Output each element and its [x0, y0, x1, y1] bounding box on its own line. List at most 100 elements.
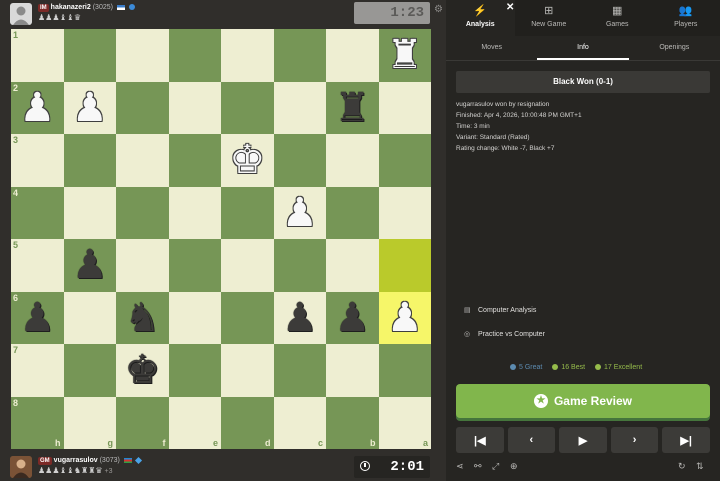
square-h3[interactable]: 3 [11, 134, 64, 187]
square-g1[interactable] [63, 29, 116, 82]
square-e1[interactable] [168, 29, 221, 82]
square-d2[interactable] [221, 81, 274, 134]
piece-b2[interactable]: ♜ [334, 88, 370, 128]
square-h7[interactable]: 7 [11, 344, 64, 397]
square-f3[interactable] [116, 134, 169, 187]
square-h1[interactable]: 1 [11, 29, 64, 82]
square-e5[interactable] [168, 239, 221, 292]
piece-b6[interactable]: ♟ [334, 298, 370, 338]
nav-games[interactable]: ▦ Games [583, 0, 652, 36]
square-g7[interactable] [63, 344, 116, 397]
refresh-icon[interactable]: ↻ [678, 461, 686, 472]
piece-g2[interactable]: ♟ [72, 88, 108, 128]
chess-board[interactable]: 1 ♜ 2 ♟ ♟ ♜ 3 ♚ 4 ♟ 5 ♟ 6 ♟ ♞ ♟ ♟ ♟ 7 ♚ 8 h g f e d c b a [11, 29, 431, 449]
piece-g5[interactable]: ♟ [72, 245, 108, 285]
tab-info[interactable]: Info [537, 36, 629, 60]
square-a7[interactable] [378, 344, 431, 397]
square-f2[interactable] [116, 81, 169, 134]
square-e3[interactable] [168, 134, 221, 187]
square-h6[interactable]: 6 ♟ [11, 291, 64, 344]
square-b6[interactable]: ♟ [326, 291, 379, 344]
square-d3[interactable]: ♚ [221, 134, 274, 187]
previous-move-button[interactable]: ‹ [507, 427, 556, 453]
zoom-icon[interactable]: ⊕ [510, 461, 518, 472]
square-b1[interactable] [326, 29, 379, 82]
square-f4[interactable] [116, 186, 169, 239]
piece-h6[interactable]: ♟ [19, 298, 55, 338]
last-move-button[interactable]: ▶| [662, 427, 710, 453]
play-button[interactable]: ▶ [559, 427, 607, 453]
piece-c4[interactable]: ♟ [282, 193, 318, 233]
game-review-button[interactable]: ★ Game Review [456, 384, 710, 418]
square-d5[interactable] [221, 239, 274, 292]
square-b4[interactable] [326, 186, 379, 239]
square-f1[interactable] [116, 29, 169, 82]
square-a2[interactable] [378, 81, 431, 134]
square-g3[interactable] [63, 134, 116, 187]
square-c7[interactable] [273, 344, 326, 397]
square-b7[interactable] [326, 344, 379, 397]
square-d4[interactable] [221, 186, 274, 239]
square-d7[interactable] [221, 344, 274, 397]
share-icon[interactable]: ⋖ [456, 461, 464, 472]
square-f5[interactable] [116, 239, 169, 292]
square-b3[interactable] [326, 134, 379, 187]
square-a6[interactable]: ♟ [378, 291, 431, 344]
square-b8[interactable]: b [326, 396, 379, 449]
flip-board-icon[interactable]: ⇅ [696, 461, 704, 472]
square-d8[interactable]: d [221, 396, 274, 449]
bottom-player-avatar[interactable] [10, 456, 32, 478]
square-e6[interactable] [168, 291, 221, 344]
square-h8[interactable]: 8h [11, 396, 64, 449]
square-c2[interactable] [273, 81, 326, 134]
piece-h2[interactable]: ♟ [19, 88, 55, 128]
square-h5[interactable]: 5 [11, 239, 64, 292]
settings-gear-icon[interactable]: ⚙ [434, 4, 443, 15]
square-a3[interactable] [378, 134, 431, 187]
top-player-avatar[interactable] [10, 3, 32, 25]
piece-f7[interactable]: ♚ [124, 350, 160, 390]
square-d6[interactable] [221, 291, 274, 344]
square-a4[interactable] [378, 186, 431, 239]
square-f8[interactable]: f [116, 396, 169, 449]
square-a8[interactable]: a [378, 396, 431, 449]
top-player-name[interactable]: hakanazeri2 [51, 4, 91, 11]
square-f6[interactable]: ♞ [116, 291, 169, 344]
square-h2[interactable]: 2 ♟ [11, 81, 64, 134]
square-c6[interactable]: ♟ [273, 291, 326, 344]
piece-a1[interactable]: ♜ [387, 35, 423, 75]
square-g4[interactable] [63, 186, 116, 239]
square-c8[interactable]: c [273, 396, 326, 449]
practice-vs-computer-link[interactable]: ◎ Practice vs Computer [464, 330, 545, 338]
square-c5[interactable] [273, 239, 326, 292]
tab-moves[interactable]: Moves [446, 36, 537, 60]
square-a1[interactable]: ♜ [378, 29, 431, 82]
expand-icon[interactable]: ⤢ [492, 461, 499, 472]
square-d1[interactable] [221, 29, 274, 82]
square-g2[interactable]: ♟ [63, 81, 116, 134]
piece-a6[interactable]: ♟ [387, 298, 423, 338]
square-c3[interactable] [273, 134, 326, 187]
piece-d3[interactable]: ♚ [229, 140, 265, 180]
square-c4[interactable]: ♟ [273, 186, 326, 239]
square-a5[interactable] [378, 239, 431, 292]
square-e2[interactable] [168, 81, 221, 134]
square-g8[interactable]: g [63, 396, 116, 449]
nav-players[interactable]: 👥 Players [652, 0, 720, 36]
square-c1[interactable] [273, 29, 326, 82]
piece-f6[interactable]: ♞ [124, 298, 160, 338]
nav-new-game[interactable]: ⊞ New Game [515, 0, 584, 36]
tab-openings[interactable]: Openings [629, 36, 720, 60]
piece-c6[interactable]: ♟ [282, 298, 318, 338]
nav-analysis[interactable]: ⚡ Analysis ✕ [446, 0, 515, 36]
analysis-board-icon[interactable]: ⚯ [474, 461, 482, 472]
close-icon[interactable]: ✕ [506, 2, 514, 13]
square-g5[interactable]: ♟ [63, 239, 116, 292]
bottom-player-name[interactable]: vugarrasulov [54, 457, 98, 464]
square-e4[interactable] [168, 186, 221, 239]
first-move-button[interactable]: |◀ [456, 427, 504, 453]
square-e8[interactable]: e [168, 396, 221, 449]
square-f7[interactable]: ♚ [116, 344, 169, 397]
square-g6[interactable] [63, 291, 116, 344]
next-move-button[interactable]: › [610, 427, 659, 453]
